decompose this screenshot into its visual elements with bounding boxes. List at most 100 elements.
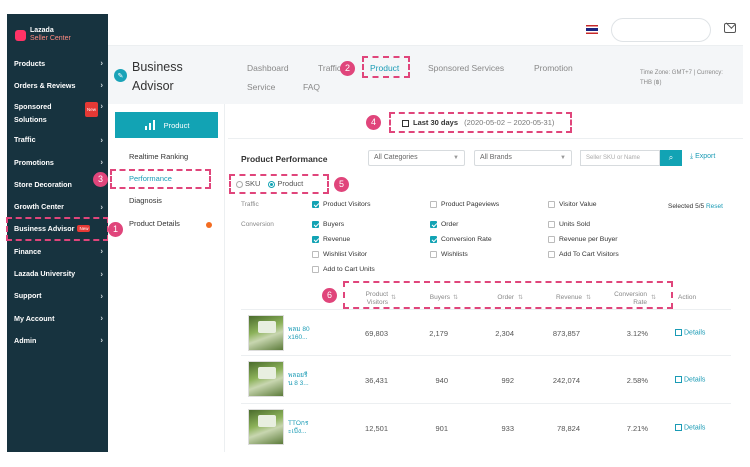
- sidebar-item-support[interactable]: Support ›: [7, 285, 108, 307]
- product-section-label: Product: [163, 120, 190, 130]
- metric-order[interactable]: Order: [430, 221, 458, 228]
- new-badge: New: [84, 101, 98, 117]
- sidebar-item-finance[interactable]: Finance ›: [7, 240, 108, 262]
- sidebar-item-growth-center[interactable]: Growth Center ›: [7, 195, 108, 217]
- category-select[interactable]: All Categories ▼: [368, 150, 465, 166]
- cell-revenue: 78,824: [557, 424, 580, 433]
- details-icon: [675, 376, 682, 383]
- details-label: Details: [684, 376, 706, 384]
- chevron-right-icon: ›: [100, 58, 103, 68]
- sidebar-item-products[interactable]: Products ›: [7, 52, 108, 74]
- topbar: [108, 14, 743, 46]
- thailand-flag-icon[interactable]: [586, 25, 598, 34]
- cell-buyers: 2,179: [429, 329, 448, 338]
- export-button[interactable]: ⤓ Export: [690, 153, 715, 161]
- product-name[interactable]: TTOกร ะเบีง...: [288, 420, 314, 436]
- product-thumbnail[interactable]: [248, 315, 284, 351]
- selected-count-text: Selected 5/5: [668, 203, 705, 210]
- sidebar-item-my-account[interactable]: My Account ›: [7, 307, 108, 329]
- metric-product-pageviews[interactable]: Product Pageviews: [430, 201, 499, 208]
- cell-conversion-rate: 7.21%: [626, 424, 648, 433]
- selected-count: Selected 5/5 Reset: [668, 203, 723, 210]
- logo[interactable]: Lazada Seller Center: [7, 14, 108, 48]
- details-link[interactable]: Details: [675, 424, 705, 431]
- details-link[interactable]: Details: [675, 376, 705, 383]
- sku-search-input[interactable]: Seller SKU or Name: [580, 150, 660, 166]
- sidebar-item-orders[interactable]: Orders & Reviews ›: [7, 74, 108, 96]
- sidebar-item-label: Admin: [14, 335, 37, 345]
- annotation-box-performance: [110, 169, 211, 189]
- chevron-right-icon: ›: [100, 313, 103, 323]
- metric-product-visitors[interactable]: Product Visitors: [312, 201, 370, 208]
- conversion-label: Conversion: [241, 221, 274, 228]
- sidebar-item-promotions[interactable]: Promotions ›: [7, 151, 108, 173]
- cell-order: 992: [501, 376, 514, 385]
- subnav-realtime-ranking[interactable]: Realtime Ranking: [129, 152, 188, 161]
- metric-add-to-cart-units[interactable]: Add to Cart Units: [312, 266, 375, 273]
- metric-buyers[interactable]: Buyers: [312, 221, 344, 228]
- checkbox: [312, 236, 319, 243]
- metric-label: Product Visitors: [323, 201, 371, 208]
- product-thumbnail[interactable]: [248, 409, 284, 445]
- subnav-product-details[interactable]: Product Details: [129, 219, 180, 228]
- checkbox: [548, 201, 555, 208]
- chevron-right-icon: ›: [100, 157, 103, 167]
- search-button[interactable]: ⌕: [660, 150, 682, 166]
- sidebar-item-label: Lazada University: [14, 269, 76, 279]
- sidebar-item-sponsored[interactable]: Sponsored Solutions New ›: [7, 97, 108, 129]
- product-section-button[interactable]: Product: [115, 112, 218, 138]
- metric-label: Add To Cart Visitors: [559, 251, 619, 258]
- new-badge: New: [77, 225, 91, 233]
- reset-link[interactable]: Reset: [706, 203, 723, 210]
- metric-revenue-per-buyer[interactable]: Revenue per Buyer: [548, 236, 618, 243]
- chevron-right-icon: ›: [100, 202, 103, 212]
- annotation-box-product-tab: [362, 56, 410, 78]
- annotation-number: 4: [366, 115, 381, 130]
- checkbox: [548, 221, 555, 228]
- sidebar-item-traffic[interactable]: Traffic ›: [7, 129, 108, 151]
- product-name[interactable]: พลม 80 x160...: [288, 326, 314, 342]
- checkbox: [430, 251, 437, 258]
- export-label: Export: [695, 153, 716, 160]
- page: Lazada Seller Center Products › Orders & …: [0, 0, 750, 467]
- cell-order: 2,304: [495, 329, 514, 338]
- details-label: Details: [684, 329, 706, 337]
- tab-traffic[interactable]: Traffic: [318, 63, 341, 73]
- metric-wishlist-visitor[interactable]: Wishlist Visitor: [312, 251, 367, 258]
- cell-order: 933: [501, 424, 514, 433]
- tab-promotion[interactable]: Promotion: [534, 63, 573, 73]
- page-title-line2: Advisor: [132, 79, 174, 93]
- sidebar-item-label: Orders & Reviews: [14, 80, 76, 90]
- metric-visitor-value[interactable]: Visitor Value: [548, 201, 597, 208]
- product-name[interactable]: พลอยรีน 8 3...: [288, 372, 314, 388]
- account-selector[interactable]: [611, 18, 711, 42]
- timezone-text: Time Zone: GMT+7 | Currency:: [640, 70, 723, 76]
- checkbox: [430, 236, 437, 243]
- checkbox: [312, 201, 319, 208]
- sidebar-item-admin[interactable]: Admin ›: [7, 329, 108, 351]
- chevron-right-icon: ›: [100, 80, 103, 90]
- sidebar-item-business-advisor[interactable]: Business Advisor New: [6, 216, 109, 242]
- chevron-right-icon: ›: [100, 335, 103, 345]
- product-thumbnail[interactable]: [248, 361, 284, 397]
- mail-icon[interactable]: [724, 23, 736, 33]
- sidebar: Lazada Seller Center Products › Orders & …: [6, 14, 109, 452]
- checkbox: [430, 201, 437, 208]
- sidebar-item-lazada-university[interactable]: Lazada University ›: [7, 262, 108, 284]
- tab-faq[interactable]: FAQ: [303, 82, 320, 92]
- metric-label: Revenue: [323, 236, 351, 243]
- timezone-info: Time Zone: GMT+7 | Currency: THB (฿): [640, 68, 723, 88]
- metric-add-to-cart-visitors[interactable]: Add To Cart Visitors: [548, 251, 619, 258]
- details-link[interactable]: Details: [675, 329, 705, 336]
- tab-dashboard[interactable]: Dashboard: [247, 63, 289, 73]
- metric-revenue[interactable]: Revenue: [312, 236, 350, 243]
- tab-sponsored-services[interactable]: Sponsored Services: [428, 63, 504, 73]
- tab-service[interactable]: Service: [247, 82, 275, 92]
- checkbox: [430, 221, 437, 228]
- metric-conversion-rate[interactable]: Conversion Rate: [430, 236, 492, 243]
- metric-label: Add to Cart Units: [323, 266, 375, 273]
- subnav-diagnosis[interactable]: Diagnosis: [129, 196, 162, 205]
- brand-select[interactable]: All Brands ▼: [474, 150, 572, 166]
- metric-wishlists[interactable]: Wishlists: [430, 251, 468, 258]
- metric-units-sold[interactable]: Units Sold: [548, 221, 590, 228]
